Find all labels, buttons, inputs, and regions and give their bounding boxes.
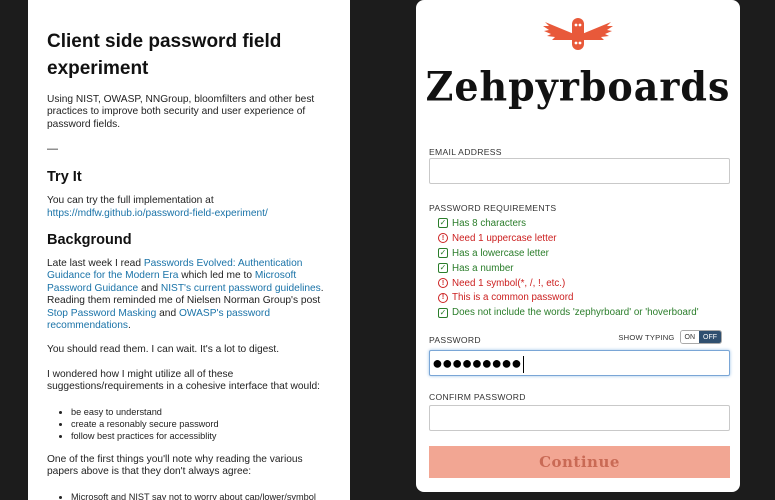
email-label: EMAIL ADDRESS	[429, 147, 502, 157]
requirement-item: ! Need 1 symbol(*, /, !, etc.)	[438, 276, 699, 291]
email-field[interactable]	[429, 158, 730, 184]
article-intro: Using NIST, OWASP, NNGroup, bloomfilters…	[47, 94, 315, 130]
password-field[interactable]: ●●●●●●●●●	[429, 350, 730, 376]
show-typing-label: SHOW TYPING	[618, 332, 675, 342]
article-panel: Client side password field experiment Us…	[28, 0, 350, 500]
continue-button[interactable]: Continue	[429, 446, 730, 478]
requirement-item: ! This is a common password	[438, 290, 699, 305]
requirement-item: ✓ Has a number	[438, 261, 699, 276]
toggle-on[interactable]: ON	[680, 331, 699, 343]
requirement-text: This is a common password	[452, 292, 574, 304]
list-item: Microsoft and NIST say not to worry abou…	[71, 491, 332, 500]
requirements-list: ✓ Has 8 characters! Need 1 uppercase lette…	[438, 216, 699, 320]
requirement-item: ! Need 1 uppercase letter	[438, 231, 699, 246]
list-item: be easy to understand	[71, 406, 332, 418]
link-stop-password-masking[interactable]: Stop Password Masking	[47, 308, 156, 319]
show-typing-toggle[interactable]: ON OFF	[679, 330, 722, 344]
signup-form: Zehpyrboards EMAIL ADDRESS PASSWORD REQU…	[416, 0, 740, 492]
text-caret	[522, 355, 524, 373]
password-value: ●●●●●●●●●	[432, 353, 522, 373]
show-typing-control: SHOW TYPING ON OFF	[618, 330, 722, 344]
background-paragraph-1: Late last week I read Passwords Evolved:…	[47, 258, 332, 332]
try-text: You can try the full implementation at	[47, 195, 214, 207]
requirement-text: Has a number	[452, 262, 514, 274]
requirement-text: Need 1 symbol(*, /, !, etc.)	[452, 277, 566, 289]
background-paragraph-3: I wondered how I might utilize all of th…	[47, 368, 320, 393]
confirm-password-label: CONFIRM PASSWORD	[429, 392, 526, 402]
toggle-off[interactable]: OFF	[699, 331, 721, 343]
list-item: follow best practices for accessiblity	[71, 430, 332, 442]
text: Late last week I read	[47, 258, 144, 270]
try-link[interactable]: https://mdfw.github.io/password-field-ex…	[47, 208, 268, 219]
confirm-password-field[interactable]	[429, 405, 730, 431]
list-item: create a resonably secure password	[71, 418, 332, 430]
alert-icon: !	[438, 233, 448, 244]
requirement-text: Has 8 characters	[452, 217, 527, 229]
requirement-text: Does not include the words 'zephyrboard'…	[452, 307, 699, 319]
check-icon: ✓	[438, 307, 448, 318]
goals-list: be easy to understand create a resonably…	[71, 406, 332, 442]
text: and	[138, 282, 161, 294]
requirement-item: ✓ Does not include the words 'zephyrboard…	[438, 305, 699, 320]
text: which led me to	[178, 270, 255, 282]
check-icon: ✓	[438, 263, 448, 274]
try-paragraph: You can try the full implementation at h…	[47, 195, 332, 220]
separator: —	[47, 143, 58, 156]
requirement-item: ✓ Has a lowercase letter	[438, 246, 699, 261]
requirements-label: PASSWORD REQUIREMENTS	[429, 203, 557, 213]
text: and	[156, 307, 179, 319]
background-paragraph-4: One of the first things you'll note why …	[47, 453, 303, 478]
background-paragraph-2: You should read them. I can wait. It's a…	[47, 344, 280, 356]
requirement-text: Has a lowercase letter	[452, 247, 549, 259]
check-icon: ✓	[438, 248, 448, 259]
password-label: PASSWORD	[429, 335, 481, 345]
background-heading: Background	[47, 232, 132, 249]
check-icon: ✓	[438, 218, 448, 229]
try-heading: Try It	[47, 169, 82, 186]
text: .	[127, 320, 131, 332]
alert-icon: !	[438, 292, 448, 303]
link-nist-guidelines[interactable]: NIST's current password guidelines	[161, 283, 321, 294]
article-title: Client side password field experiment	[47, 31, 282, 79]
disagreements-list: Microsoft and NIST say not to worry abou…	[71, 491, 332, 500]
winged-skateboard-logo	[543, 18, 613, 50]
requirement-text: Need 1 uppercase letter	[452, 232, 557, 244]
requirement-item: ✓ Has 8 characters	[438, 216, 699, 231]
brand-wordmark: Zehpyrboards	[425, 62, 731, 111]
alert-icon: !	[438, 278, 448, 288]
